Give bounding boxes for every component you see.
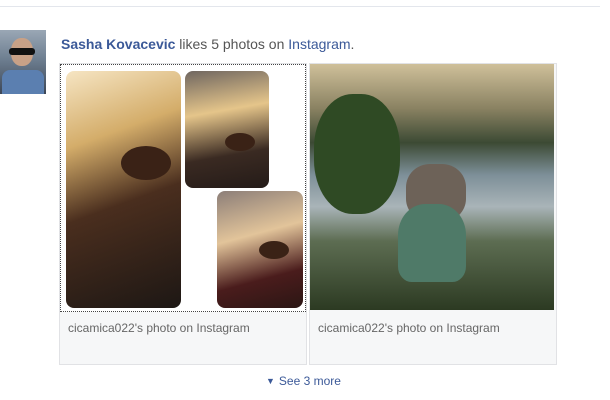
cake-shape [225, 133, 255, 151]
headline-period: . [350, 36, 355, 52]
actor-name-link[interactable]: Sasha Kovacevic [61, 36, 175, 52]
see-more-link[interactable]: ▼ See 3 more [266, 374, 341, 388]
cake-shape [121, 146, 171, 180]
frog-statue-shape [398, 204, 466, 282]
collage-photo-cake-2 [185, 71, 269, 188]
app-name-link[interactable]: Instagram [288, 36, 350, 52]
collage-photo-cake-3 [217, 191, 303, 308]
cake-shape [259, 241, 289, 259]
action-text: likes 5 photos on [175, 36, 289, 52]
see-more-label: See 3 more [278, 374, 341, 388]
avatar[interactable] [0, 30, 46, 94]
photo-card-1[interactable]: cicamica022's photo on Instagram [59, 63, 307, 365]
photo-caption[interactable]: cicamica022's photo on Instagram [318, 321, 500, 335]
photo-card-2[interactable]: cicamica022's photo on Instagram [309, 63, 557, 365]
collage-photo-cake-1 [66, 71, 181, 308]
avatar-sunglasses [9, 48, 35, 55]
caret-down-icon: ▼ [266, 376, 275, 386]
story-headline: Sasha Kovacevic likes 5 photos on Instag… [61, 36, 354, 52]
lake-photo[interactable] [310, 64, 554, 310]
bush-shape [314, 94, 400, 214]
top-divider [0, 6, 600, 7]
photo-collage[interactable] [60, 64, 306, 312]
avatar-shirt [2, 70, 44, 94]
photo-caption[interactable]: cicamica022's photo on Instagram [68, 321, 250, 335]
